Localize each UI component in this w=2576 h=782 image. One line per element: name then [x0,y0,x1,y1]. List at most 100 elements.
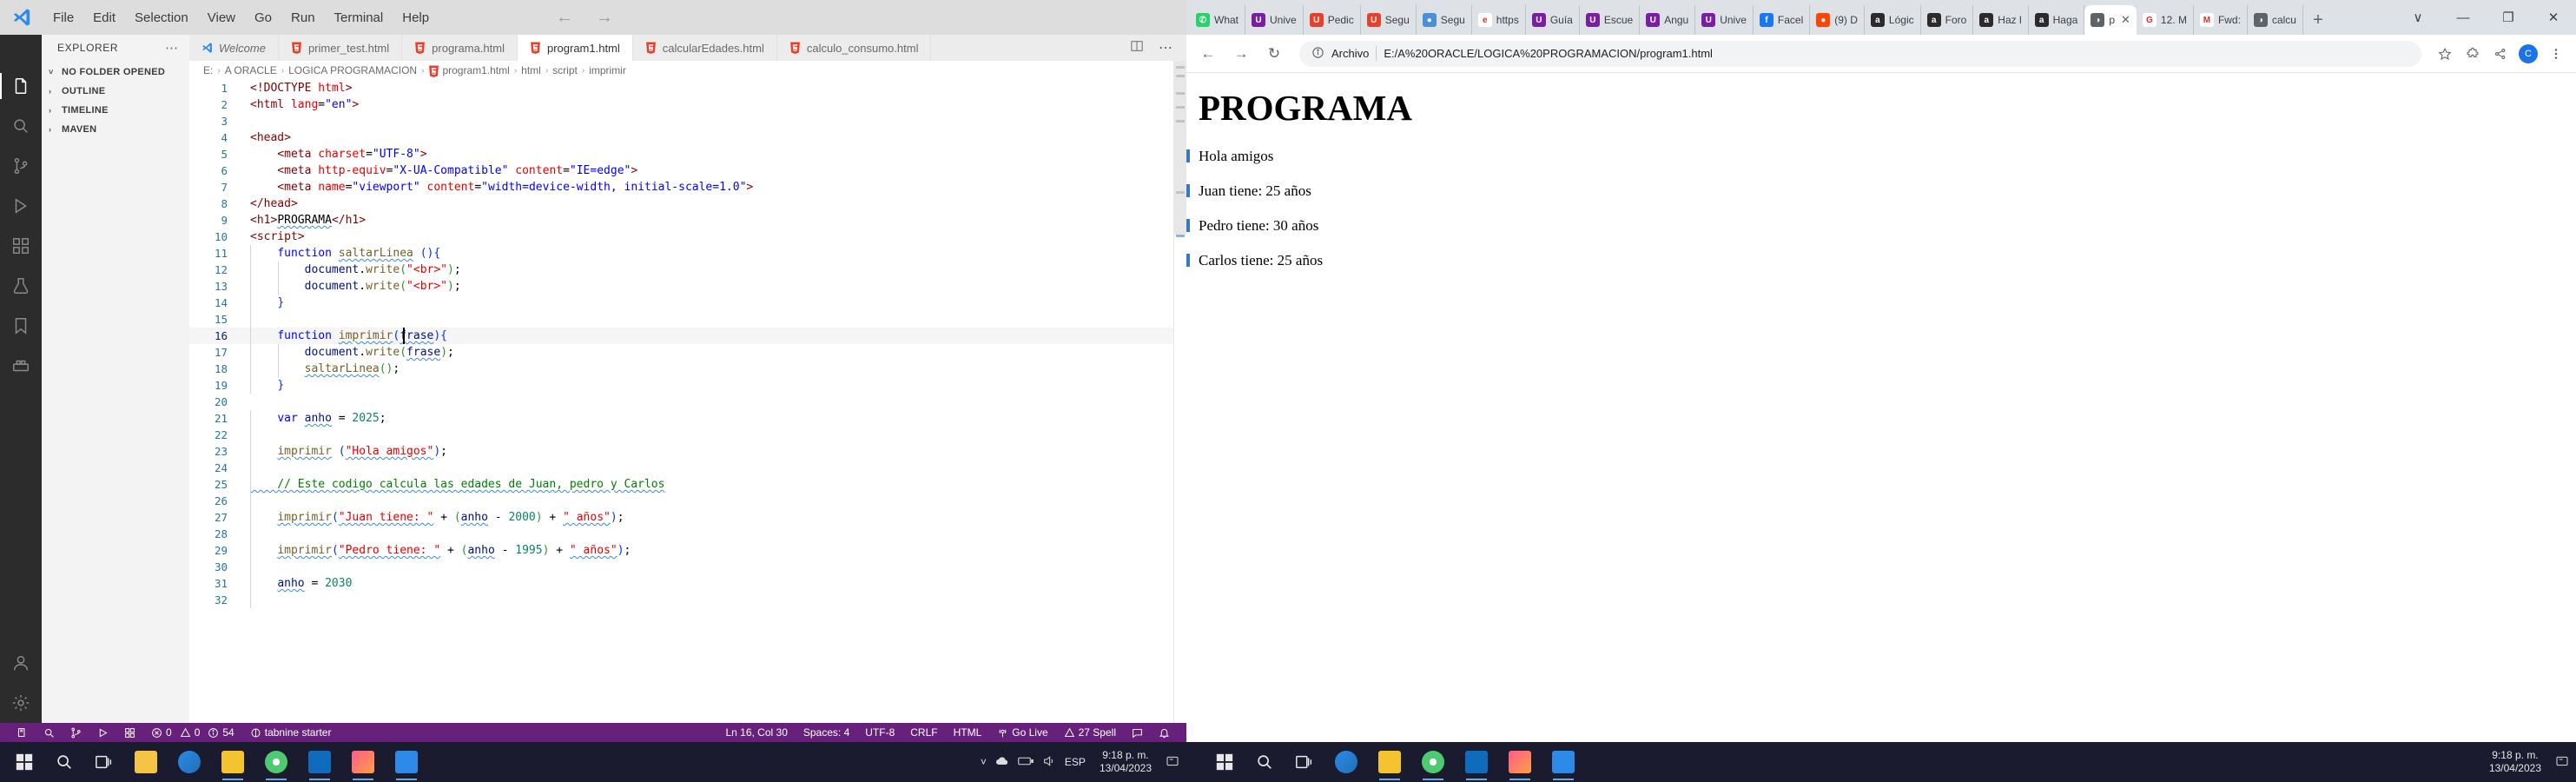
tray-language[interactable]: ESP [1065,756,1086,768]
new-tab-button[interactable]: + [2303,5,2333,35]
code-line[interactable]: 7 <meta name="viewport" content="width=d… [189,179,1186,196]
status-search-icon[interactable] [36,723,63,742]
browser-tab-11[interactable]: ● (9) D [1810,5,1865,35]
code-line[interactable]: 13 document.write("<br>"); [189,278,1186,295]
minimize-button[interactable]: — [2441,0,2486,35]
code-line[interactable]: 1 <!DOCTYPE html> [189,80,1186,96]
editor-tab-calculo_consumo-html[interactable]: calculo_consumo.html [776,35,932,61]
menu-selection[interactable]: Selection [125,7,198,29]
code-editor[interactable]: 1 <!DOCTYPE html> 2 <html lang="en"> 3 4 <head… [189,80,1186,608]
browser-forward-icon[interactable]: → [1226,39,1256,69]
taskbar-app-outlook[interactable] [299,742,340,782]
taskbar-app-vscode-right[interactable] [1542,742,1584,782]
maximize-button[interactable]: ❐ [2486,0,2531,35]
status-tabnine[interactable]: tabnine starter [242,723,340,742]
tray-notification-icon-right[interactable] [2555,754,2569,771]
browser-address-bar[interactable]: Archivo E:/A%20ORACLE/LOGICA%20PROGRAMAC… [1299,40,2421,67]
sidebar-section-timeline[interactable]: › TIMELINE [42,101,189,120]
activity-testing[interactable] [0,266,42,306]
nav-back-icon[interactable]: ← [556,8,573,28]
browser-tab-7[interactable]: U Escue [1580,5,1641,35]
activity-docker[interactable] [0,346,42,386]
taskbar-app-intellij[interactable] [342,742,384,782]
taskbar-app-outlook-right[interactable] [1456,742,1497,782]
breadcrumb-item-6[interactable]: imprimir [589,64,626,76]
vscode-menubar[interactable]: File Edit Selection View Go Run Terminal… [43,7,439,29]
chrome-profile-avatar[interactable]: C [2515,39,2541,69]
code-line[interactable]: 15 [189,311,1186,328]
browser-tab-8[interactable]: U Angu [1640,5,1696,35]
browser-tab-13[interactable]: a Foro [1921,5,1974,35]
sidebar-section-no-folder-opened[interactable]: ˅ NO FOLDER OPENED [42,63,189,82]
taskbar-app-folder[interactable] [212,742,254,782]
code-line[interactable]: 4 <head> [189,129,1186,146]
taskbar-app-edge[interactable] [168,742,210,782]
taskbar-search-icon[interactable] [45,742,83,782]
code-line[interactable]: 26 [189,493,1186,509]
code-line[interactable]: 25 // Este codigo calcula las edades de … [189,476,1186,493]
taskbar-clock-right[interactable]: 9:18 p. m. 13/04/2023 [2484,749,2546,775]
activity-settings-gear-icon[interactable] [0,683,42,723]
browser-tab-4[interactable]: ● Segu [1417,5,1472,35]
status-indentation[interactable]: Spaces: 4 [796,723,857,742]
browser-back-icon[interactable]: ← [1193,39,1223,69]
browser-tab-16[interactable]: ◑ p ✕ [2084,5,2137,35]
taskbar-app-file-explorer[interactable] [125,742,167,782]
taskbar-app-intellij-right[interactable] [1499,742,1541,782]
browser-tab-12[interactable]: a Lógic [1865,5,1921,35]
browser-tab-2[interactable]: U Pedic [1304,5,1361,35]
taskbar-search-icon-right[interactable] [1245,742,1284,782]
status-branch-icon[interactable] [63,723,89,742]
code-line[interactable]: 29 imprimir("Pedro tiene: " + (anho - 19… [189,542,1186,559]
activity-bookmarks[interactable] [0,306,42,346]
browser-tab-9[interactable]: U Unive [1695,5,1754,35]
menu-terminal[interactable]: Terminal [325,7,393,29]
tray-battery-icon[interactable] [1018,755,1034,770]
activity-run-debug[interactable] [0,186,42,226]
status-spell[interactable]: 27 Spell [1056,723,1124,742]
status-line-col[interactable]: Ln 16, Col 30 [717,723,795,742]
browser-tab-19[interactable]: ◑ calcu [2248,5,2303,35]
code-line[interactable]: 3 [189,113,1186,129]
activity-extensions[interactable] [0,226,42,266]
browser-tab-6[interactable]: U Guía [1526,5,1580,35]
status-remote-icon[interactable] [9,723,36,742]
tray-onedrive-icon[interactable] [995,754,1009,771]
status-infos[interactable]: 54 [208,723,241,742]
sidebar-more-icon[interactable]: ⋯ [165,40,179,56]
task-view-icon[interactable] [85,742,123,782]
status-extensions-icon[interactable] [116,723,143,742]
close-icon[interactable]: ✕ [2121,13,2130,27]
more-actions-icon[interactable]: ⋯ [1159,39,1172,56]
code-line[interactable]: 12 document.write("<br>"); [189,262,1186,278]
status-warnings[interactable]: 0 [180,723,208,742]
activity-source-control[interactable] [0,146,42,186]
code-line[interactable]: 22 [189,427,1186,443]
code-line[interactable]: 24 [189,460,1186,476]
browser-reload-icon[interactable]: ↻ [1259,39,1289,69]
browser-tab-18[interactable]: M Fwd: [2194,5,2248,35]
breadcrumb[interactable]: E: › A ORACLE › LOGICA PROGRAMACION › program1… [189,61,1186,80]
start-button[interactable] [5,742,43,782]
code-line[interactable]: 20 [189,394,1186,410]
taskbar-app-folder-right[interactable] [1369,742,1410,782]
code-line[interactable]: 23 imprimir ("Hola amigos"); [189,443,1186,460]
status-errors[interactable]: 0 [143,723,180,742]
status-encoding[interactable]: UTF-8 [857,723,902,742]
editor-tab-calcularEdades-html[interactable]: calcularEdades.html [632,35,777,61]
browser-tab-5[interactable]: e https [1472,5,1526,35]
nav-forward-icon[interactable]: → [596,8,613,28]
task-view-icon-right[interactable] [1285,742,1324,782]
browser-tab-15[interactable]: a Haga [2029,5,2085,35]
browser-tab-1[interactable]: U Unive [1245,5,1304,35]
breadcrumb-item-2[interactable]: LOGICA PROGRAMACION [288,64,417,76]
code-line[interactable]: 19 } [189,377,1186,394]
sidebar-section-outline[interactable]: › OUTLINE [42,82,189,101]
taskbar-clock[interactable]: 9:18 p. m. 13/04/2023 [1094,749,1157,775]
extensions-puzzle-icon[interactable] [2460,39,2486,69]
share-icon[interactable] [2487,39,2513,69]
menu-dots-icon[interactable] [2543,39,2569,69]
tray-expand-icon[interactable]: ˅ [981,756,987,768]
editor-tab-primer_test-html[interactable]: primer_test.html [278,35,403,61]
code-line[interactable]: 10 <script> [189,229,1186,245]
